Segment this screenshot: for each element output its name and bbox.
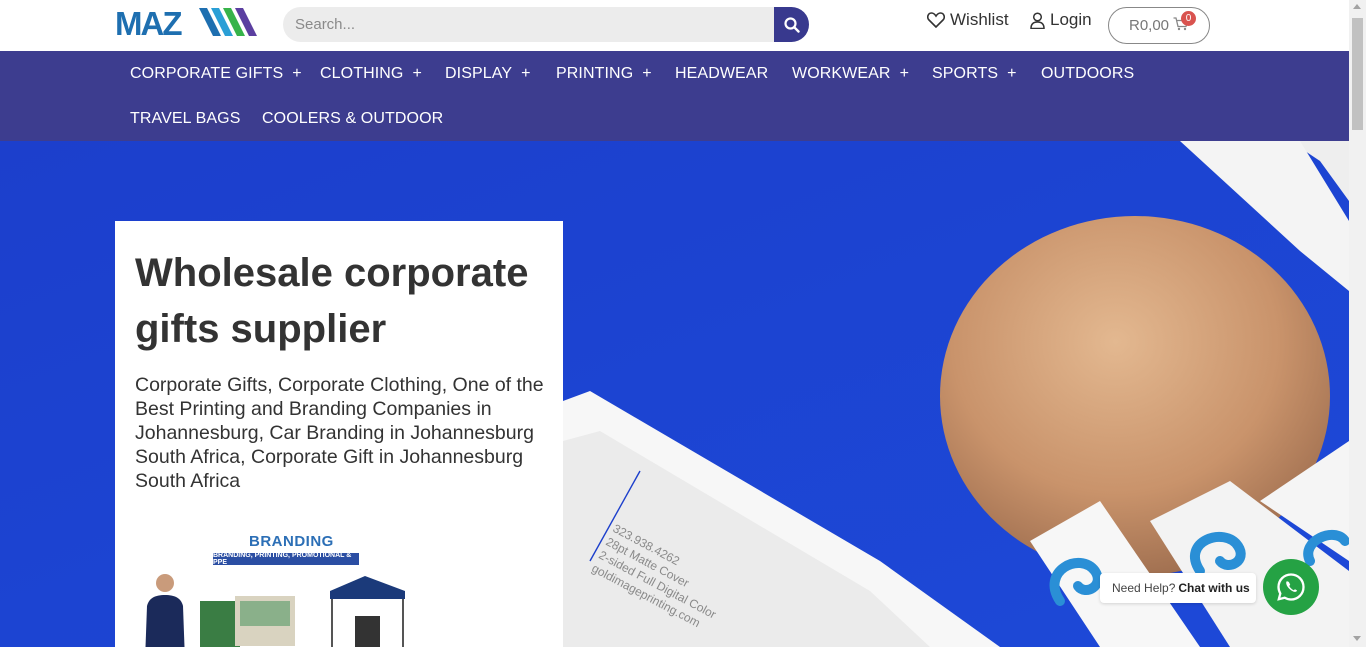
search-button[interactable] — [774, 7, 809, 42]
scroll-down-arrow[interactable] — [1353, 636, 1361, 641]
cart-button[interactable]: R0,00 0 — [1108, 7, 1210, 44]
nav-item-corporate-gifts[interactable]: CORPORATE GIFTS + — [130, 65, 302, 83]
scroll-thumb[interactable] — [1352, 18, 1363, 130]
search-bar — [283, 7, 809, 42]
chat-action: Chat with us — [1178, 581, 1250, 595]
expand-icon[interactable]: + — [412, 65, 421, 82]
chat-prefix: Need Help? — [1112, 581, 1176, 595]
hero-description: Corporate Gifts, Corporate Clothing, One… — [135, 374, 544, 492]
login-link[interactable]: Login — [1030, 10, 1092, 30]
hero-title: Wholesale corporate gifts supplier — [135, 251, 529, 351]
nav-label: PRINTING — [556, 65, 634, 82]
expand-icon[interactable]: + — [642, 65, 651, 82]
nav-label: WORKWEAR — [792, 65, 891, 82]
nav-label: DISPLAY — [445, 65, 513, 82]
wishlist-link[interactable]: Wishlist — [927, 10, 1009, 30]
whatsapp-icon — [1277, 573, 1305, 601]
scroll-up-arrow[interactable] — [1353, 4, 1361, 9]
nav-label: CORPORATE GIFTS — [130, 65, 284, 82]
nav-label: HEADWEAR — [675, 65, 769, 82]
hero-card: Wholesale corporate gifts supplier Corpo… — [115, 221, 563, 647]
search-icon — [783, 16, 800, 33]
whatsapp-button[interactable] — [1263, 559, 1319, 615]
nav-item-travel-bags[interactable]: TRAVEL BAGS — [130, 110, 240, 128]
user-icon — [1030, 11, 1045, 29]
nav-item-display[interactable]: DISPLAY + — [445, 65, 531, 83]
nav-item-clothing[interactable]: CLOTHING + — [320, 65, 422, 83]
nav-label: OUTDOORS — [1041, 65, 1135, 82]
nav-label: TRAVEL BAGS — [130, 110, 241, 127]
nav-label: COOLERS & OUTDOOR — [262, 110, 444, 127]
branding-title: BRANDING — [249, 533, 334, 550]
cart-count-badge: 0 — [1181, 11, 1196, 26]
expand-icon[interactable]: + — [900, 65, 909, 82]
heart-icon — [927, 12, 945, 28]
svg-text:MAZ: MAZ — [115, 6, 182, 38]
nav-item-headwear[interactable]: HEADWEAR — [675, 65, 768, 83]
login-label: Login — [1050, 10, 1092, 29]
nav-item-workwear[interactable]: WORKWEAR + — [792, 65, 909, 83]
nav-item-outdoors[interactable]: OUTDOORS — [1041, 65, 1134, 83]
expand-icon[interactable]: + — [1007, 65, 1016, 82]
nav-item-printing[interactable]: PRINTING + — [556, 65, 652, 83]
nav-item-coolers-outdoor[interactable]: COOLERS & OUTDOOR — [262, 110, 443, 128]
cart-total: R0,00 — [1129, 17, 1170, 34]
nav-label: SPORTS — [932, 65, 999, 82]
maz-logo[interactable]: MAZ — [115, 6, 263, 38]
branding-collage — [145, 574, 405, 647]
branding-subtitle: BRANDING, PRINTING, PROMOTIONAL & PPE — [213, 552, 359, 566]
page-scrollbar[interactable] — [1349, 0, 1366, 647]
main-nav: CORPORATE GIFTS + CLOTHING + DISPLAY + PRIN… — [0, 51, 1349, 141]
wishlist-label: Wishlist — [950, 10, 1009, 29]
expand-icon[interactable]: + — [292, 65, 301, 82]
chat-prompt[interactable]: Need Help? Chat with us — [1100, 573, 1256, 603]
branding-image[interactable]: BRANDING BRANDING, PRINTING, PROMOTIONAL… — [135, 531, 431, 647]
nav-item-sports[interactable]: SPORTS + — [932, 65, 1017, 83]
expand-icon[interactable]: + — [521, 65, 530, 82]
search-input[interactable] — [283, 7, 774, 42]
nav-label: CLOTHING — [320, 65, 404, 82]
site-header: MAZ Wishlist Login R0,00 — [0, 0, 1349, 51]
hero-banner: 323.938.4262 28pt Matte Cover 2-sided Fu… — [0, 141, 1349, 647]
